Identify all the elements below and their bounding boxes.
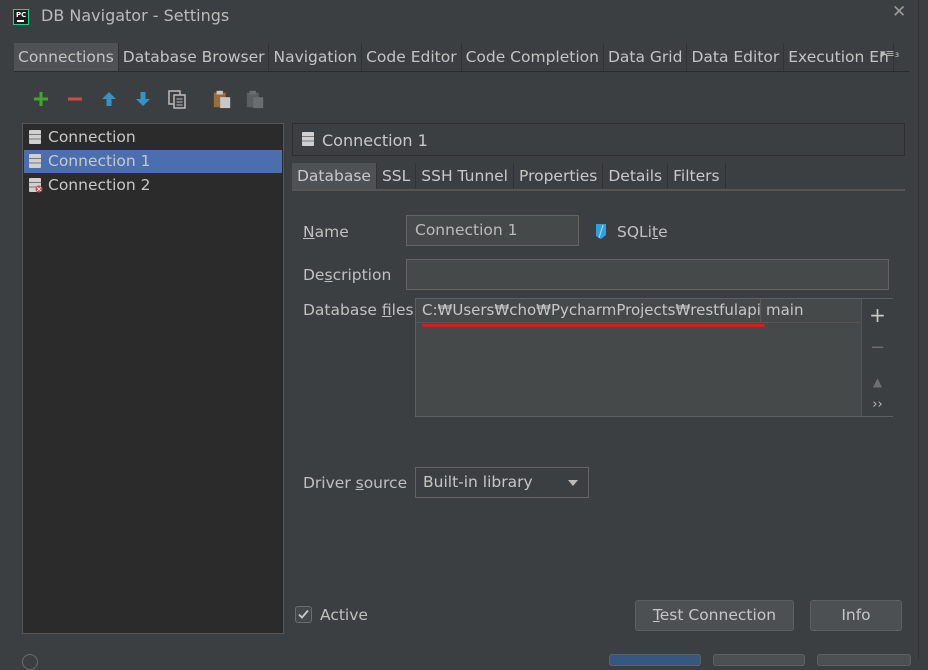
- tab-code-completion[interactable]: Code Completion: [462, 43, 604, 71]
- add-file-icon[interactable]: +: [862, 303, 893, 327]
- remove-file-icon[interactable]: −: [862, 337, 893, 358]
- tab-data-grid[interactable]: Data Grid: [604, 43, 688, 71]
- apply-button-partial[interactable]: [817, 654, 911, 666]
- move-file-up-icon[interactable]: ▲: [862, 375, 893, 389]
- files-side-toolbar: + − ▲ ››: [861, 299, 893, 416]
- move-up-icon[interactable]: [99, 89, 119, 109]
- driver-source-value: Built-in library: [423, 473, 533, 491]
- more-actions-icon[interactable]: ››: [862, 397, 893, 412]
- active-label: Active: [320, 606, 368, 624]
- database-error-icon: [27, 177, 43, 197]
- pycharm-app-icon: PC: [13, 9, 29, 25]
- remove-icon[interactable]: [65, 89, 85, 109]
- sqlite-icon: [594, 223, 608, 244]
- subtab-details[interactable]: Details: [603, 163, 669, 189]
- window-edge: [918, 0, 928, 659]
- connection-item-0[interactable]: Connection: [24, 126, 282, 149]
- path-error-underline: [422, 324, 765, 327]
- subtab-ssh-tunnel[interactable]: SSH Tunnel: [416, 163, 514, 189]
- ok-button-partial[interactable]: [609, 654, 701, 666]
- window-title: DB Navigator - Settings: [41, 6, 230, 25]
- name-label: Name: [303, 223, 349, 241]
- name-input[interactable]: Connection 1: [406, 215, 579, 246]
- info-button[interactable]: Info: [810, 600, 902, 631]
- settings-tab-bar: Connections Database Browser Navigation …: [14, 43, 910, 72]
- paste-icon[interactable]: [212, 89, 232, 109]
- database-files-label: Database files: [303, 301, 414, 319]
- connection-header: Connection 1: [292, 123, 905, 156]
- tab-execution-engine[interactable]: Execution En: [784, 43, 894, 71]
- description-input[interactable]: [406, 259, 889, 290]
- paste-disabled-icon: [245, 89, 265, 109]
- active-checkbox[interactable]: [295, 606, 312, 623]
- connection-list[interactable]: Connection Connection 1 Connection 2: [22, 123, 284, 634]
- test-connection-button[interactable]: Test Connection: [635, 600, 794, 631]
- connection-item-2[interactable]: Connection 2: [24, 174, 282, 197]
- copy-icon[interactable]: [167, 89, 187, 109]
- tab-database-browser[interactable]: Database Browser: [119, 43, 270, 71]
- database-icon: [27, 129, 43, 149]
- tab-navigation[interactable]: Navigation: [269, 43, 363, 71]
- close-icon[interactable]: ✕: [892, 2, 906, 22]
- db-file-alias-cell[interactable]: main: [766, 299, 803, 322]
- subtab-properties[interactable]: Properties: [514, 163, 604, 189]
- connection-subtabs: Database SSL SSH Tunnel Properties Detai…: [292, 163, 905, 191]
- tab-connections[interactable]: Connections: [14, 43, 119, 71]
- move-down-icon[interactable]: [133, 89, 153, 109]
- connection-item-1[interactable]: Connection 1: [24, 150, 282, 173]
- db-type-label: SQLite: [617, 223, 668, 241]
- description-label: Description: [303, 266, 392, 284]
- chevron-down-icon: [568, 480, 578, 486]
- tab-data-editor[interactable]: Data Editor: [687, 43, 785, 71]
- database-icon: [300, 131, 316, 151]
- add-icon[interactable]: [31, 89, 51, 109]
- db-file-path-cell[interactable]: C:₩Users₩cho₩PycharmProjects₩restfulapis…: [416, 299, 761, 322]
- subtab-filters[interactable]: Filters: [668, 163, 726, 189]
- cancel-button-partial[interactable]: [713, 654, 805, 666]
- help-icon[interactable]: [22, 654, 38, 670]
- subtab-ssl[interactable]: SSL: [377, 163, 417, 189]
- tab-overflow-icon[interactable]: ▾≡₃: [880, 47, 899, 60]
- driver-source-label: Driver source: [303, 474, 408, 492]
- connection-header-title: Connection 1: [322, 131, 428, 150]
- table-row[interactable]: C:₩Users₩cho₩PycharmProjects₩restfulapis…: [416, 299, 860, 323]
- driver-source-select[interactable]: Built-in library: [415, 467, 589, 498]
- subtab-database[interactable]: Database: [292, 163, 377, 189]
- database-icon: [27, 153, 43, 173]
- tab-code-editor[interactable]: Code Editor: [362, 43, 462, 71]
- database-files-table[interactable]: C:₩Users₩cho₩PycharmProjects₩restfulapis…: [415, 298, 893, 417]
